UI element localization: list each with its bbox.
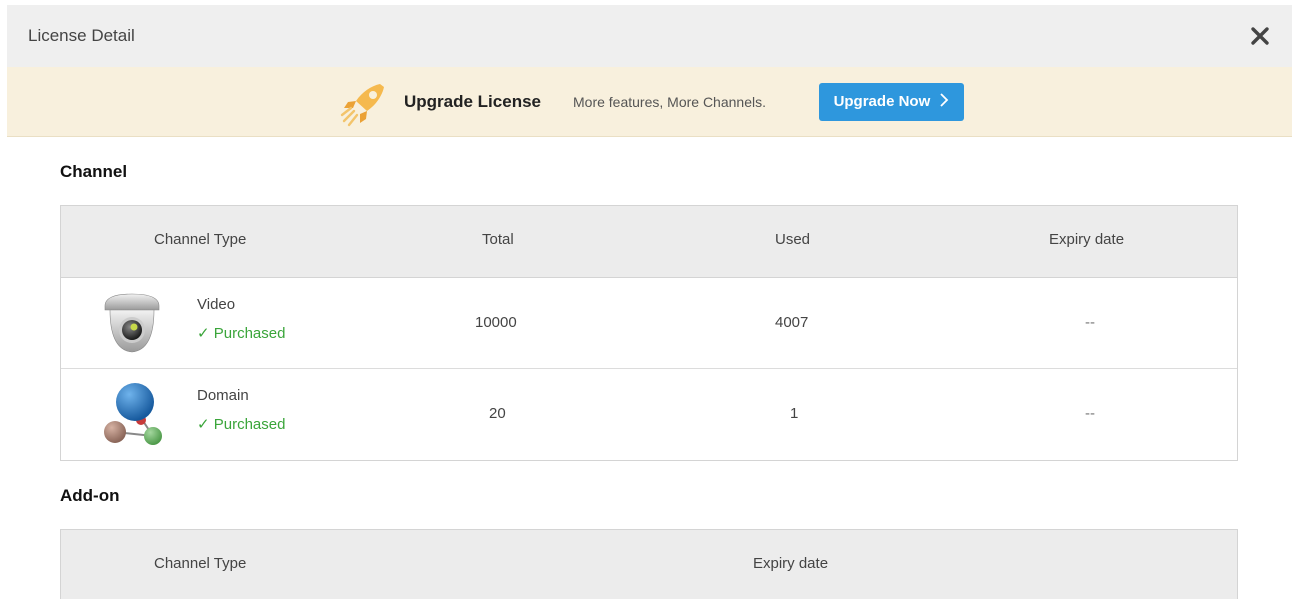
purchased-status: ✓ Purchased bbox=[197, 416, 286, 433]
upgrade-license-title: Upgrade License bbox=[404, 92, 541, 111]
channel-type-name: Domain bbox=[197, 387, 249, 404]
upgrade-now-label: Upgrade Now bbox=[833, 93, 931, 110]
close-icon[interactable] bbox=[1248, 24, 1272, 48]
column-header-channel-type: Channel Type bbox=[154, 231, 247, 248]
dialog-title: License Detail bbox=[28, 26, 135, 45]
channel-type-name: Video bbox=[197, 296, 236, 313]
total-value: 10000 bbox=[475, 314, 517, 331]
channel-table-header: Channel Type Total Used Expiry date bbox=[61, 206, 1237, 278]
upgrade-banner: Upgrade License More features, More Chan… bbox=[7, 67, 1292, 137]
upgrade-description: More features, More Channels. bbox=[573, 94, 766, 110]
addon-table: Channel Type Expiry date bbox=[60, 529, 1238, 599]
purchased-status: ✓ Purchased bbox=[197, 325, 286, 342]
used-value: 1 bbox=[790, 405, 799, 422]
table-row-domain: Domain ✓ Purchased 20 1 -- bbox=[61, 369, 1237, 460]
domain-icon bbox=[104, 383, 162, 445]
dialog-titlebar: License Detail bbox=[7, 5, 1292, 67]
channel-table: Channel Type Total Used Expiry date Vide… bbox=[60, 205, 1238, 461]
addon-heading: Add-on bbox=[60, 486, 120, 505]
rocket-icon bbox=[340, 84, 384, 127]
license-detail-dialog: License Detail Upgrade License More feat… bbox=[7, 5, 1292, 599]
camera-icon bbox=[104, 293, 160, 353]
column-header-channel-type: Channel Type bbox=[154, 555, 247, 572]
channel-heading: Channel bbox=[60, 162, 128, 181]
chevron-right-icon bbox=[940, 93, 949, 107]
table-row-video: Video ✓ Purchased 10000 4007 -- bbox=[61, 278, 1237, 369]
upgrade-now-button[interactable]: Upgrade Now bbox=[819, 83, 964, 121]
addon-table-header: Channel Type Expiry date bbox=[61, 530, 1237, 599]
expiry-value: -- bbox=[1085, 314, 1095, 331]
column-header-used: Used bbox=[775, 231, 811, 248]
total-value: 20 bbox=[489, 405, 506, 422]
expiry-value: -- bbox=[1085, 405, 1095, 422]
column-header-total: Total bbox=[482, 231, 514, 248]
column-header-expiry-date: Expiry date bbox=[753, 555, 829, 572]
column-header-expiry-date: Expiry date bbox=[1049, 231, 1125, 248]
used-value: 4007 bbox=[775, 314, 809, 331]
